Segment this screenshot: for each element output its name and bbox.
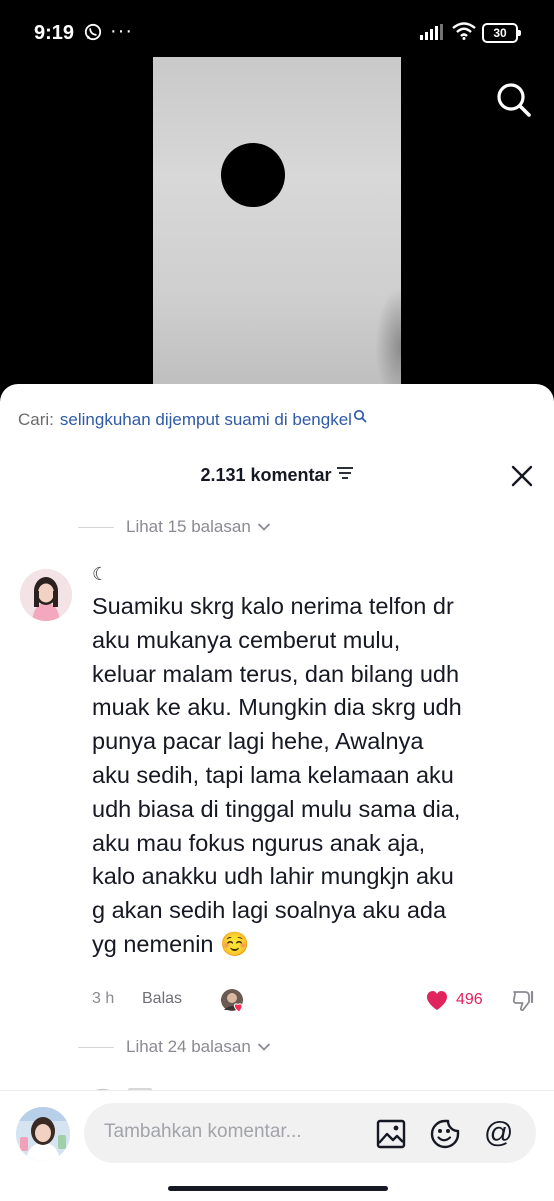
comment-text: Suamiku skrg kalo nerima telfon dr aku m…: [92, 590, 542, 962]
video-frame[interactable]: [153, 57, 401, 407]
image-icon[interactable]: [376, 1119, 406, 1154]
wifi-icon: [452, 22, 476, 45]
comment-line: yg nemenin ☺️: [92, 930, 250, 957]
comment-line: aku sedih, tapi lama kelamaan aku: [92, 761, 454, 788]
comment-line: kalo anakku udh lahir mungkjn aku: [92, 863, 454, 890]
view-replies-label: Lihat 15 balasan: [126, 517, 251, 536]
comment-input[interactable]: Tambahkan komentar... @: [84, 1103, 536, 1163]
view-replies-button[interactable]: Lihat 15 balasan: [78, 517, 271, 537]
mention-icon[interactable]: @: [484, 1117, 513, 1150]
comment-line: udh biasa di tinggal mulu sama dia,: [92, 795, 461, 822]
search-suggestion-label: Cari:: [18, 410, 54, 429]
view-replies-button[interactable]: Lihat 24 balasan: [78, 1037, 271, 1057]
comment-line: keluar malam terus, dan bilang udh: [92, 660, 460, 687]
comment-line: muak ke aku. Mungkin dia skrg udh: [92, 694, 462, 721]
creator-liked-badge: [220, 988, 246, 1014]
close-icon[interactable]: [510, 464, 534, 493]
like-count: 496: [456, 991, 483, 1008]
dislike-icon[interactable]: [510, 988, 536, 1019]
comment-input-placeholder: Tambahkan komentar...: [104, 1121, 302, 1142]
search-suggestion-query[interactable]: selingkuhan dijemput suami di bengkel: [60, 410, 352, 429]
emoji-icon[interactable]: [429, 1118, 461, 1155]
chevron-down-icon: [257, 517, 271, 537]
comment-line: punya pacar lagi hehe, Awalnya: [92, 728, 424, 755]
comment-meta: 3 h Balas 496: [92, 988, 542, 1014]
commenter-username[interactable]: ☾: [92, 564, 108, 585]
search-small-icon: [353, 408, 367, 428]
view-replies-label: Lihat 24 balasan: [126, 1037, 251, 1056]
status-more-dots: ···: [110, 20, 133, 42]
comment-line: aku mau fokus ngurus anak aja,: [92, 829, 426, 856]
comment-line: g akan sedih lagi soalnya aku ada: [92, 897, 447, 924]
status-time: 9:19: [34, 22, 75, 44]
like-heart-icon[interactable]: [424, 988, 450, 1017]
replies-divider: [78, 1046, 114, 1048]
comment-count: 2.131 komentar: [200, 465, 332, 485]
signal-icon: [420, 24, 444, 45]
sort-filter-icon[interactable]: [336, 464, 354, 485]
comments-header: 2.131 komentar: [0, 465, 554, 486]
commenter-avatar[interactable]: [20, 569, 72, 621]
battery-indicator: 30: [482, 23, 521, 43]
comment-line: aku mukanya cemberut mulu,: [92, 626, 401, 653]
search-icon[interactable]: [494, 80, 534, 125]
chevron-down-icon: [257, 1037, 271, 1057]
whatsapp-icon: [84, 23, 102, 46]
search-suggestion[interactable]: Cari: selingkuhan dijemput suami di bengk…: [18, 408, 367, 430]
replies-divider: [78, 526, 114, 528]
user-avatar[interactable]: [16, 1107, 70, 1161]
home-indicator: [168, 1186, 388, 1191]
redaction-circle: [221, 143, 285, 207]
comment-time: 3 h: [92, 990, 115, 1007]
reply-button[interactable]: Balas: [142, 990, 182, 1008]
comment-line: Suamiku skrg kalo nerima telfon dr: [92, 593, 454, 619]
